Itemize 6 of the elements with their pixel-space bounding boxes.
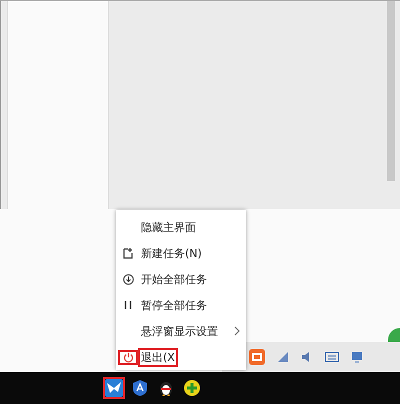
- menu-item[interactable]: 退出(X: [140, 350, 176, 364]
- menu-item[interactable]: 隐藏主界面: [140, 220, 197, 234]
- menu-item[interactable]: 新建任务(N): [140, 246, 203, 260]
- menu-item[interactable]: 悬浮窗显示设置: [140, 324, 219, 338]
- menu-item[interactable]: 开始全部任务: [140, 272, 208, 286]
- menu-item[interactable]: 暂停全部任务: [140, 298, 208, 312]
